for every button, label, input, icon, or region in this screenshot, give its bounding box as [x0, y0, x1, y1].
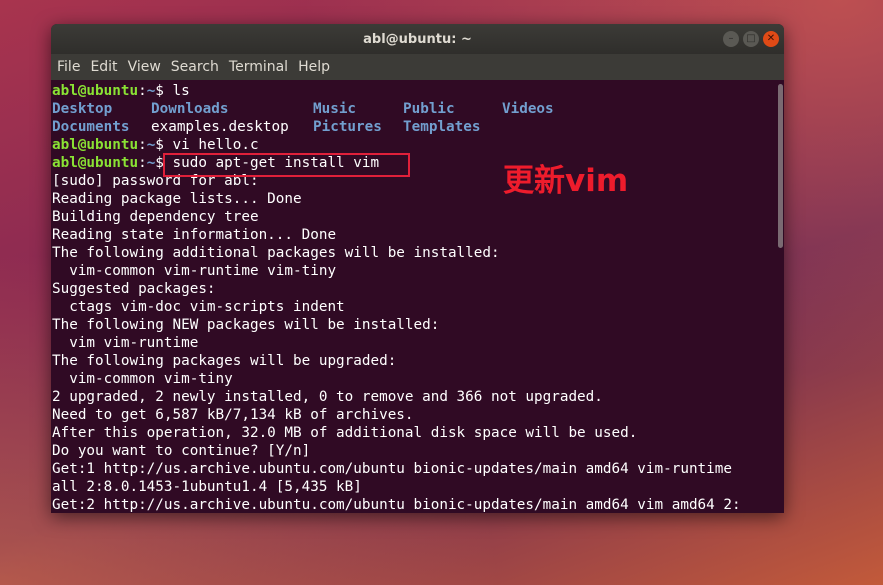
menu-edit[interactable]: Edit	[90, 59, 117, 75]
menu-bar: File Edit View Search Terminal Help	[51, 54, 784, 80]
dir-public: Public	[403, 101, 455, 117]
prompt-line-vi: abl@ubuntu:~$ vi hello.c	[52, 136, 774, 154]
prompt-path: ~	[146, 83, 156, 99]
menu-search[interactable]: Search	[171, 59, 219, 75]
menu-terminal[interactable]: Terminal	[229, 59, 288, 75]
output-line: Need to get 6,587 kB/7,134 kB of archive…	[52, 407, 414, 423]
output-line: Suggested packages:	[52, 281, 216, 297]
output-line: ctags vim-doc vim-scripts indent	[52, 299, 345, 315]
menu-view[interactable]: View	[128, 59, 161, 75]
menu-help[interactable]: Help	[298, 59, 330, 75]
output-line: After this operation, 32.0 MB of additio…	[52, 425, 638, 441]
dir-documents: Documents	[52, 119, 130, 135]
close-icon[interactable]: ✕	[763, 31, 779, 47]
prompt-colon: :	[138, 137, 147, 153]
title-bar[interactable]: abl@ubuntu: ~	[51, 24, 784, 54]
output-line: The following packages will be upgraded:	[52, 353, 397, 369]
prompt-colon: :	[138, 83, 147, 99]
prompt-line-apt: abl@ubuntu:~$ sudo apt-get install vim	[52, 154, 774, 172]
scrollbar[interactable]	[778, 84, 783, 248]
annotation-label: 更新vim	[503, 163, 629, 199]
output-line: Reading package lists... Done	[52, 191, 302, 207]
prompt-symbol: $	[155, 137, 164, 153]
prompt-user: abl@ubuntu	[52, 83, 139, 99]
dir-pictures: Pictures	[313, 119, 382, 135]
output-line: Get:1 http://us.archive.ubuntu.com/ubunt…	[52, 461, 732, 477]
dir-templates: Templates	[403, 119, 481, 135]
menu-file[interactable]: File	[57, 59, 80, 75]
output-line: vim-common vim-runtime vim-tiny	[52, 263, 337, 279]
file-examples-desktop: examples.desktop	[151, 119, 289, 135]
prompt-line-ls: abl@ubuntu:~$ ls	[52, 82, 774, 100]
terminal-window: abl@ubuntu: ~ – □ ✕ File Edit View Searc…	[51, 24, 784, 513]
prompt-colon: :	[138, 155, 147, 171]
dir-music: Music	[313, 101, 357, 117]
command-ls: ls	[163, 83, 190, 99]
command-vi: vi hello.c	[163, 137, 259, 153]
output-line: The following NEW packages will be insta…	[52, 317, 440, 333]
dir-downloads: Downloads	[151, 101, 229, 117]
output-line: [sudo] password for abl:	[52, 173, 259, 189]
output-line: vim-common vim-tiny	[52, 371, 233, 387]
output-line: Do you want to continue? [Y/n]	[52, 443, 311, 459]
output-line: Building dependency tree	[52, 209, 259, 225]
prompt-user: abl@ubuntu	[52, 137, 139, 153]
prompt-path: ~	[146, 137, 156, 153]
maximize-icon[interactable]: □	[743, 31, 759, 47]
minimize-icon[interactable]: –	[723, 31, 739, 47]
prompt-path: ~	[146, 155, 156, 171]
command-highlight-box	[163, 153, 410, 177]
terminal-output[interactable]: abl@ubuntu:~$ ls Desktop Downloads Music Pu…	[52, 82, 774, 513]
prompt-user: abl@ubuntu	[52, 155, 139, 171]
output-line: Get:2 http://us.archive.ubuntu.com/ubunt…	[52, 497, 741, 513]
window-title: abl@ubuntu: ~	[363, 31, 472, 47]
output-line: The following additional packages will b…	[52, 245, 500, 261]
ls-row-1: Desktop Downloads Music Public Videos	[52, 100, 774, 118]
dir-desktop: Desktop	[52, 101, 113, 117]
output-line: vim vim-runtime	[52, 335, 199, 351]
prompt-symbol: $	[155, 83, 164, 99]
output-line: 2 upgraded, 2 newly installed, 0 to remo…	[52, 389, 603, 405]
output-line: Reading state information... Done	[52, 227, 337, 243]
output-line: all 2:8.0.1453-1ubuntu1.4 [5,435 kB]	[52, 479, 362, 495]
ls-row-2: Documents examples.desktop Pictures Templat…	[52, 118, 774, 136]
dir-videos: Videos	[502, 101, 554, 117]
